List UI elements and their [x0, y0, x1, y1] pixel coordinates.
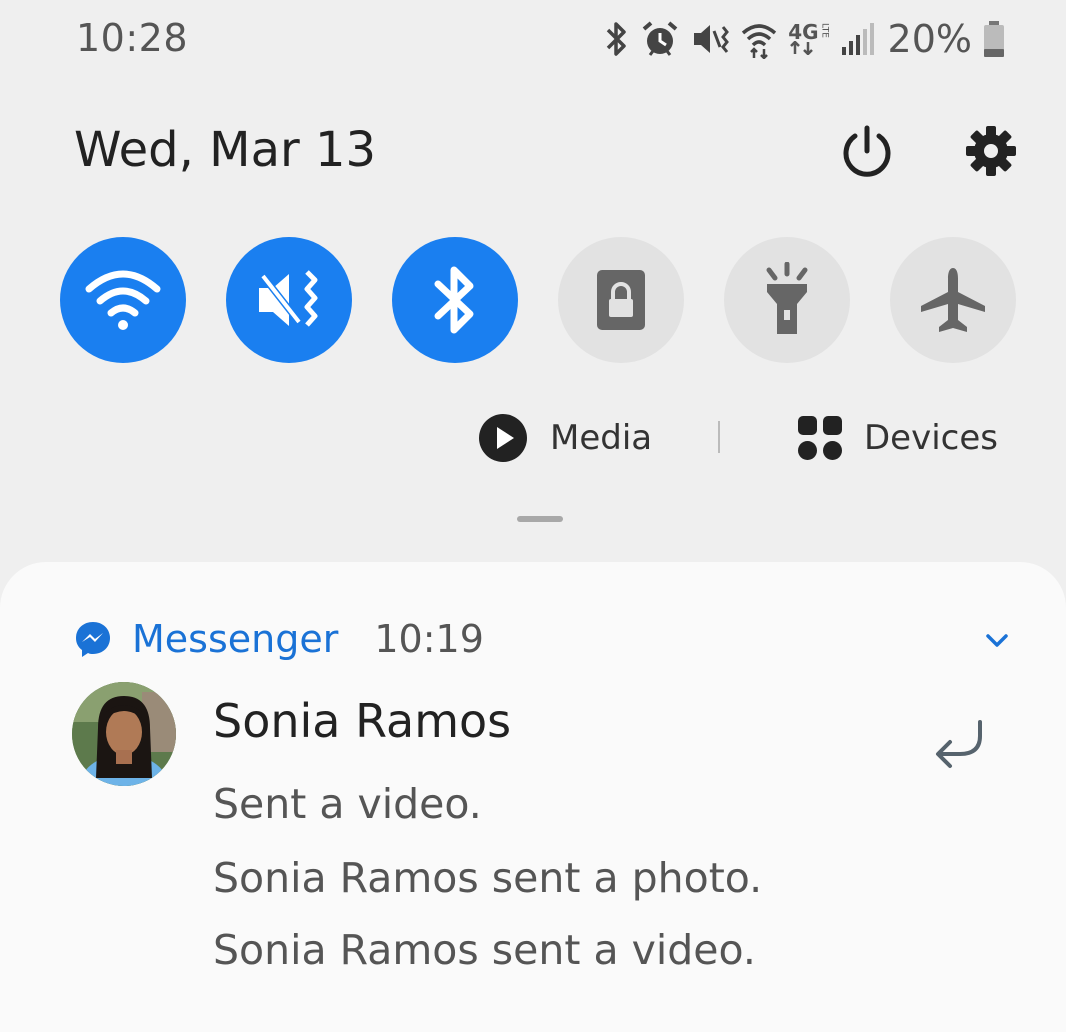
bluetooth-toggle[interactable] — [392, 237, 518, 363]
message-line: Sonia Ramos sent a video. — [213, 926, 756, 974]
media-label: Media — [550, 418, 653, 458]
status-bar: 10:28 4G LTE 20% — [0, 0, 1066, 80]
settings-button[interactable] — [960, 120, 1022, 182]
wifi-icon — [85, 270, 161, 330]
avatar — [72, 682, 176, 786]
devices-label: Devices — [864, 418, 998, 458]
status-time: 10:28 — [76, 16, 189, 60]
notification-card[interactable]: Messenger 10:19 Sonia Ramos Sent a video… — [0, 562, 1066, 1032]
reply-icon — [936, 720, 982, 768]
panel-drag-handle[interactable] — [517, 516, 563, 522]
status-icons: 4G LTE 20% — [604, 14, 1006, 64]
battery-percent: 20% — [887, 17, 972, 61]
alarm-icon — [640, 19, 680, 59]
screen-lock-toggle[interactable] — [558, 237, 684, 363]
lock-icon — [597, 270, 645, 330]
message-line: Sonia Ramos sent a photo. — [213, 854, 763, 902]
network-sub-label: LTE — [819, 23, 830, 38]
vibrate-icon — [259, 270, 318, 327]
sender-name: Sonia Ramos — [213, 694, 512, 748]
lte-icon: 4G LTE — [788, 20, 830, 55]
app-name: Messenger — [132, 617, 339, 661]
expand-button[interactable] — [982, 628, 1012, 652]
media-button[interactable]: Media — [478, 413, 652, 463]
power-icon — [843, 125, 891, 177]
flashlight-icon — [766, 262, 808, 334]
vibrate-icon — [690, 19, 730, 59]
messenger-icon — [76, 622, 110, 657]
media-devices-row: Media Devices — [0, 405, 1066, 469]
header-row: Wed, Mar 13 — [0, 100, 1066, 200]
airplane-icon — [921, 268, 985, 332]
reply-button[interactable] — [926, 718, 988, 774]
message-line: Sent a video. — [213, 780, 482, 828]
network-type-label: 4G — [788, 20, 819, 44]
bluetooth-icon — [434, 266, 474, 334]
chevron-down-icon — [986, 634, 1008, 647]
airplane-mode-toggle[interactable] — [890, 237, 1016, 363]
play-icon — [479, 414, 527, 462]
wifi-toggle[interactable] — [60, 237, 186, 363]
quick-settings-toggles — [60, 237, 1020, 365]
battery-icon — [982, 19, 1006, 59]
date-label: Wed, Mar 13 — [74, 122, 377, 178]
bluetooth-icon — [604, 20, 630, 58]
signal-icon — [840, 21, 874, 57]
divider — [718, 421, 720, 453]
flashlight-toggle[interactable] — [724, 237, 850, 363]
vibrate-toggle[interactable] — [226, 237, 352, 363]
devices-button[interactable]: Devices — [796, 413, 998, 463]
devices-icon — [798, 416, 842, 460]
notification-time: 10:19 — [374, 617, 484, 661]
power-button[interactable] — [836, 120, 898, 182]
notification-header: Messenger 10:19 — [74, 614, 484, 664]
gear-icon — [966, 126, 1016, 176]
wifi-icon — [740, 19, 778, 59]
